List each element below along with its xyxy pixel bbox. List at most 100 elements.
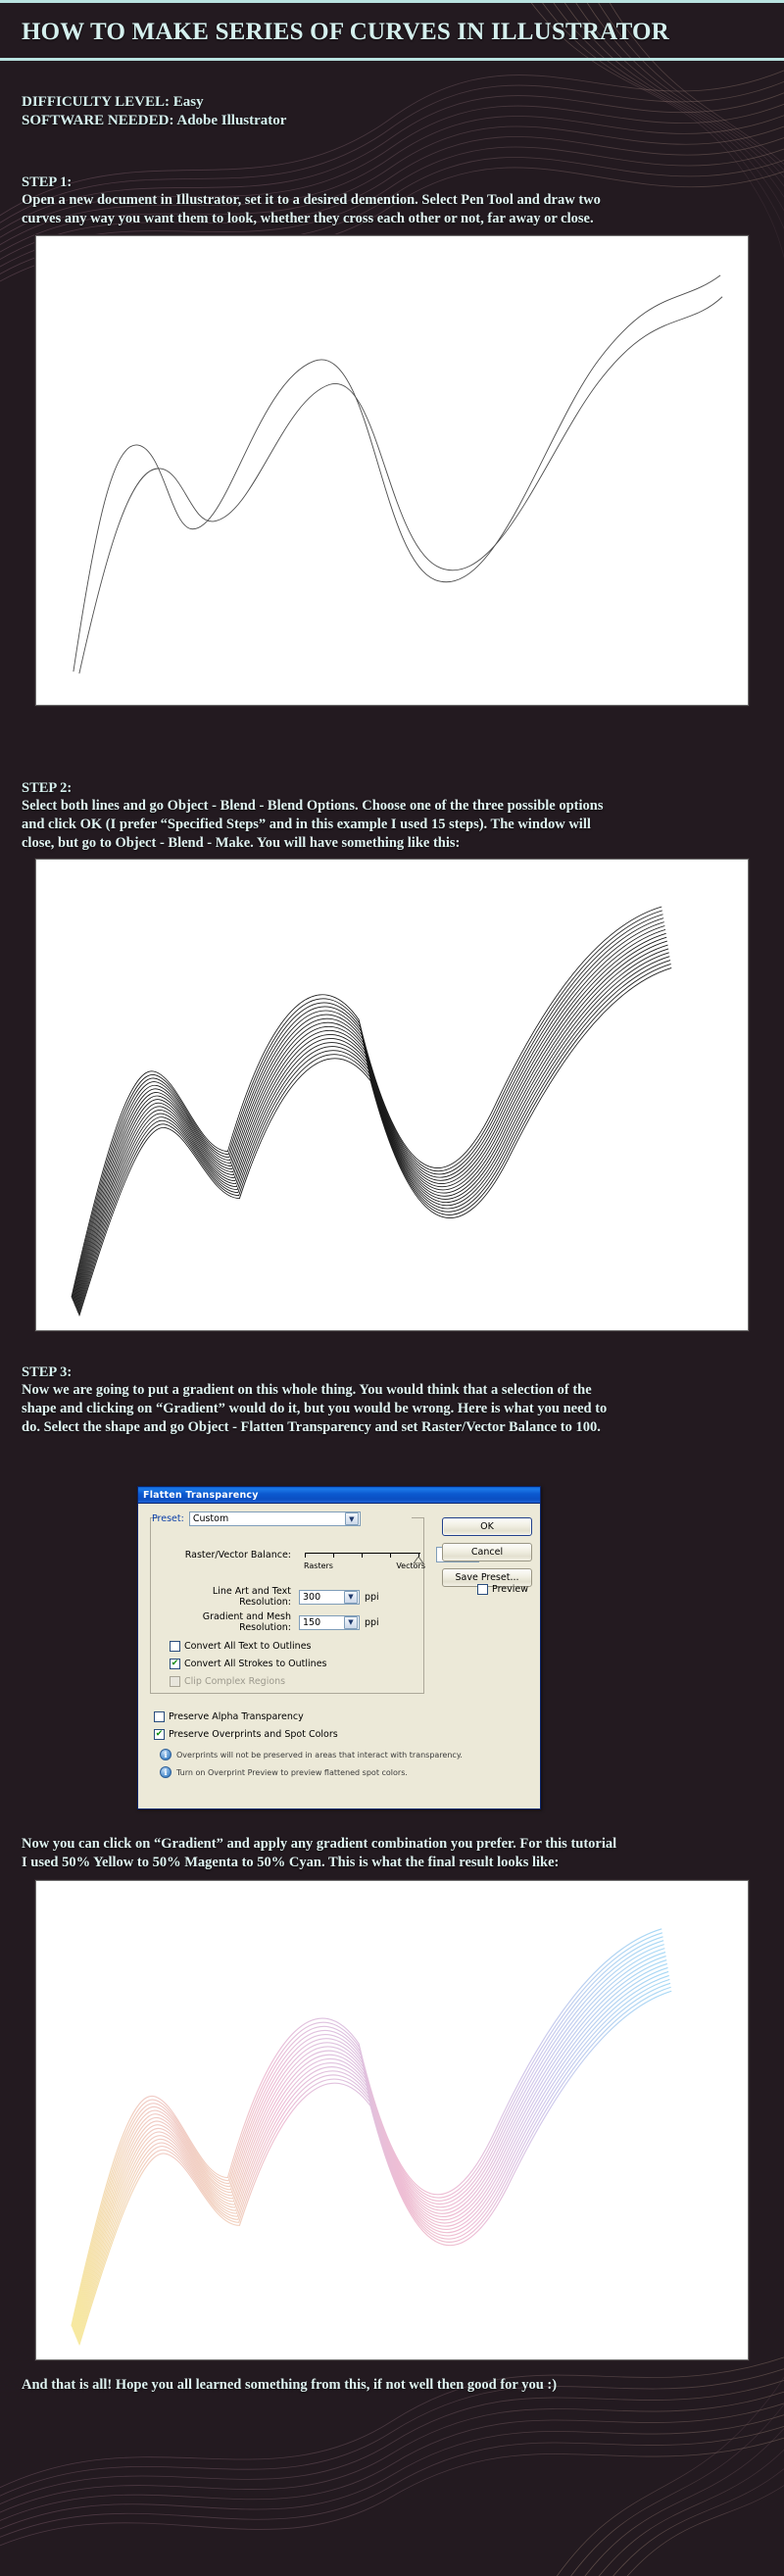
preset-row: Preset: Custom ▼ (152, 1511, 361, 1526)
flatten-transparency-dialog[interactable]: Flatten Transparency Preset: Custom ▼ Ra… (137, 1486, 541, 1809)
step-1-artwork (35, 235, 749, 706)
checkbox-label: Preserve Overprints and Spot Colors (169, 1729, 338, 1740)
info-icon: i (160, 1766, 172, 1778)
slider-captions: Rasters Vectors (304, 1561, 425, 1570)
step-2-line-3: close, but go to Object - Blend - Make. … (22, 835, 461, 851)
title-rule-bottom (0, 58, 784, 61)
difficulty-level: DIFFICULTY LEVEL: Easy (22, 94, 204, 110)
blend-curve (71, 1928, 662, 2326)
slider-line (305, 1553, 420, 1554)
gradient-mesh-unit: ppi (365, 1616, 379, 1628)
closing-text: And that is all! Hope you all learned so… (22, 2376, 557, 2395)
step-2-heading: STEP 2: (22, 780, 73, 796)
raster-vector-label: Raster/Vector Balance: (184, 1549, 291, 1560)
checkbox-preview[interactable]: Preview (477, 1584, 528, 1595)
chevron-down-icon[interactable]: ▼ (344, 1590, 358, 1604)
step-3-line-3: do. Select the shape and go Object - Fla… (22, 1419, 601, 1435)
tutorial-page: HOW TO MAKE SERIES OF CURVES IN ILLUSTRA… (0, 0, 784, 2576)
closing-line: And that is all! Hope you all learned so… (22, 2377, 558, 2393)
cancel-button[interactable]: Cancel (442, 1543, 532, 1561)
checkbox-box[interactable] (154, 1711, 165, 1722)
step-3-text: STEP 3: Now we are going to put a gradie… (22, 1364, 607, 1437)
checkbox-box (170, 1676, 180, 1687)
blend-curve (73, 1944, 664, 2331)
blend-curve (78, 967, 672, 1316)
page-title: HOW TO MAKE SERIES OF CURVES IN ILLUSTRA… (22, 19, 669, 45)
gradient-mesh-select[interactable]: 150 ▼ (299, 1614, 360, 1630)
blend-curve (77, 1986, 671, 2345)
blend-curve (77, 964, 671, 1315)
dialog-titlebar[interactable]: Flatten Transparency (138, 1487, 540, 1504)
gradient-mesh-label: Gradient and Mesh Resolution: (202, 1611, 291, 1633)
checkbox-box[interactable]: ✔ (170, 1659, 180, 1669)
preset-label: Preset: (152, 1513, 184, 1524)
blend-curve (73, 1948, 665, 2333)
dialog-title: Flatten Transparency (143, 1489, 259, 1501)
blended-curves-illustration (71, 906, 672, 1316)
blend-curve (74, 1959, 667, 2336)
blend-curve (74, 932, 666, 1306)
checkbox-label: Preserve Alpha Transparency (169, 1711, 304, 1722)
blend-curve (73, 921, 664, 1303)
info-note-text: Turn on Overprint Preview to preview fla… (176, 1767, 408, 1777)
checkbox-label: Convert All Strokes to Outlines (184, 1659, 327, 1669)
step-1-line-1: Open a new document in Illustrator, set … (22, 192, 601, 208)
info-note-preview: i Turn on Overprint Preview to preview f… (160, 1766, 408, 1778)
blend-curve (74, 936, 667, 1308)
slider-tick (362, 1553, 363, 1558)
step-2-line-2: and click OK (I prefer “Specified Steps”… (22, 817, 591, 832)
blend-curve (76, 1978, 670, 2342)
gradient-mesh-value: 150 (303, 1616, 321, 1628)
info-note-text: Overprints will not be preserved in area… (176, 1750, 463, 1759)
step-3-line-1: Now we are going to put a gradient on th… (22, 1382, 592, 1398)
checkbox-preserve-overprints[interactable]: ✔ Preserve Overprints and Spot Colors (154, 1729, 338, 1740)
step-3-artwork (35, 1880, 749, 2360)
blend-curve (71, 910, 662, 1299)
blend-curve (71, 906, 662, 1298)
checkbox-clip-complex-regions: Clip Complex Regions (170, 1676, 285, 1687)
step-1-text: STEP 1: Open a new document in Illustrat… (22, 174, 601, 228)
slider-tick (390, 1553, 391, 1558)
final-text: Now you can click on “Gradient” and appl… (22, 1835, 616, 1872)
slider-min-caption: Rasters (304, 1561, 333, 1570)
chevron-down-icon[interactable]: ▼ (344, 1512, 359, 1525)
final-line-1: Now you can click on “Gradient” and appl… (22, 1836, 617, 1852)
raster-vector-row: Raster/Vector Balance: Rasters Vectors (175, 1547, 479, 1570)
checkbox-label: Convert All Text to Outlines (184, 1641, 312, 1652)
line-art-select[interactable]: 300 ▼ (299, 1589, 360, 1605)
checkbox-box[interactable]: ✔ (154, 1729, 165, 1740)
dialog-button-column: OK Cancel Save Preset... (442, 1517, 532, 1594)
raster-vector-slider[interactable]: Rasters Vectors (304, 1550, 425, 1570)
checkbox-box[interactable] (477, 1584, 489, 1595)
step-1-heading: STEP 1: (22, 174, 73, 190)
line-art-row: Line Art and Text Resolution: 300 ▼ ppi (162, 1586, 379, 1608)
info-icon: i (160, 1749, 172, 1760)
blend-curve (71, 1932, 663, 2328)
info-note-overprints: i Overprints will not be preserved in ar… (160, 1749, 463, 1760)
step-2-artwork (35, 859, 749, 1331)
step-3-line-2: shape and clicking on “Gradient” would d… (22, 1401, 608, 1416)
checkbox-convert-text-outlines[interactable]: Convert All Text to Outlines (170, 1641, 312, 1652)
preset-select[interactable]: Custom ▼ (188, 1511, 361, 1526)
step-2-line-1: Select both lines and go Object - Blend … (22, 798, 604, 814)
blend-curve (72, 917, 664, 1302)
dialog-body: Preset: Custom ▼ Raster/Vector Balance: (138, 1504, 540, 1810)
checkbox-preserve-alpha[interactable]: Preserve Alpha Transparency (154, 1711, 304, 1722)
gradient-mesh-row: Gradient and Mesh Resolution: 150 ▼ ppi (156, 1611, 379, 1633)
slider-tick (333, 1553, 334, 1558)
blend-curve (77, 1982, 671, 2344)
gradient-curves-illustration (71, 1928, 672, 2346)
line-art-unit: ppi (365, 1591, 379, 1603)
software-needed: SOFTWARE NEEDED: Adobe Illustrator (22, 113, 287, 128)
ok-button[interactable]: OK (442, 1517, 532, 1536)
tutorial-meta: DIFFICULTY LEVEL: Easy SOFTWARE NEEDED: … (22, 93, 286, 130)
two-curves-illustration (73, 274, 723, 674)
checkbox-box[interactable] (170, 1641, 180, 1652)
checkbox-convert-strokes-outlines[interactable]: ✔ Convert All Strokes to Outlines (170, 1659, 327, 1669)
page-header: HOW TO MAKE SERIES OF CURVES IN ILLUSTRA… (0, 0, 784, 61)
chevron-down-icon[interactable]: ▼ (344, 1615, 358, 1629)
line-art-label: Line Art and Text Resolution: (212, 1586, 291, 1608)
line-art-value: 300 (303, 1591, 321, 1603)
checkbox-label: Preview (492, 1584, 528, 1595)
blend-curve (73, 925, 665, 1304)
